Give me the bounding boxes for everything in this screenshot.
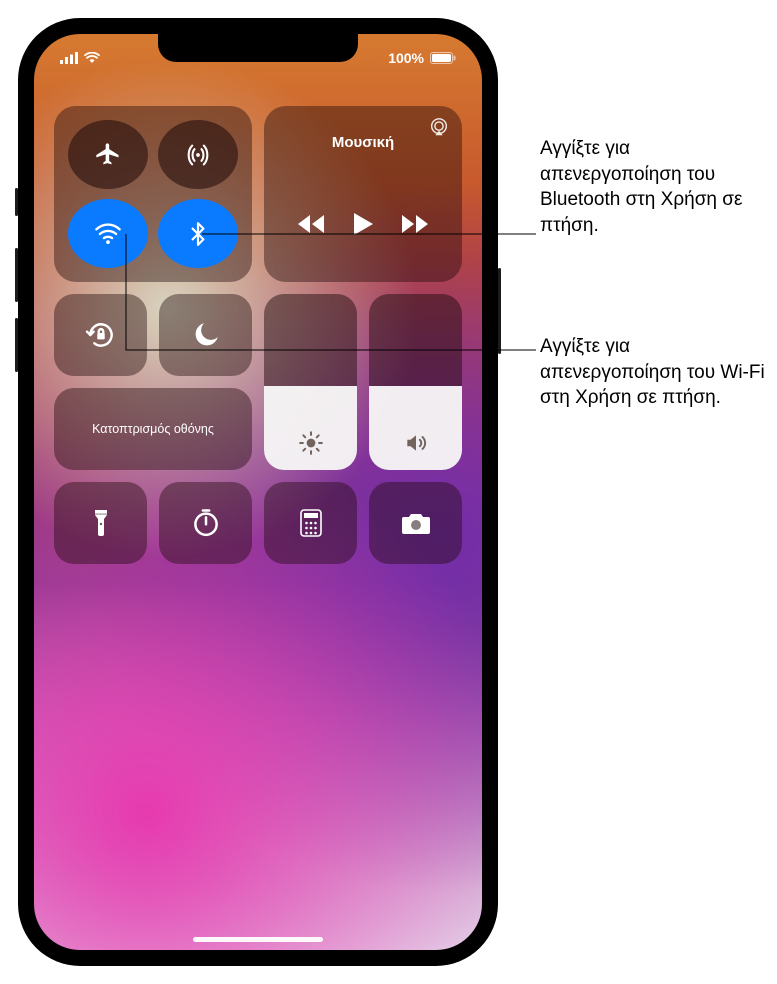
callout-bluetooth: Αγγίξτε για απενεργοποίηση του Bluetooth… <box>540 136 770 239</box>
callout-wifi-text: Αγγίξτε για απενεργοποίηση του Wi-Fi στη… <box>540 336 765 408</box>
callout-bluetooth-text: Αγγίξτε για απενεργοποίηση του Bluetooth… <box>540 138 742 236</box>
callout-wifi: Αγγίξτε για απενεργοποίηση του Wi-Fi στη… <box>540 334 770 411</box>
